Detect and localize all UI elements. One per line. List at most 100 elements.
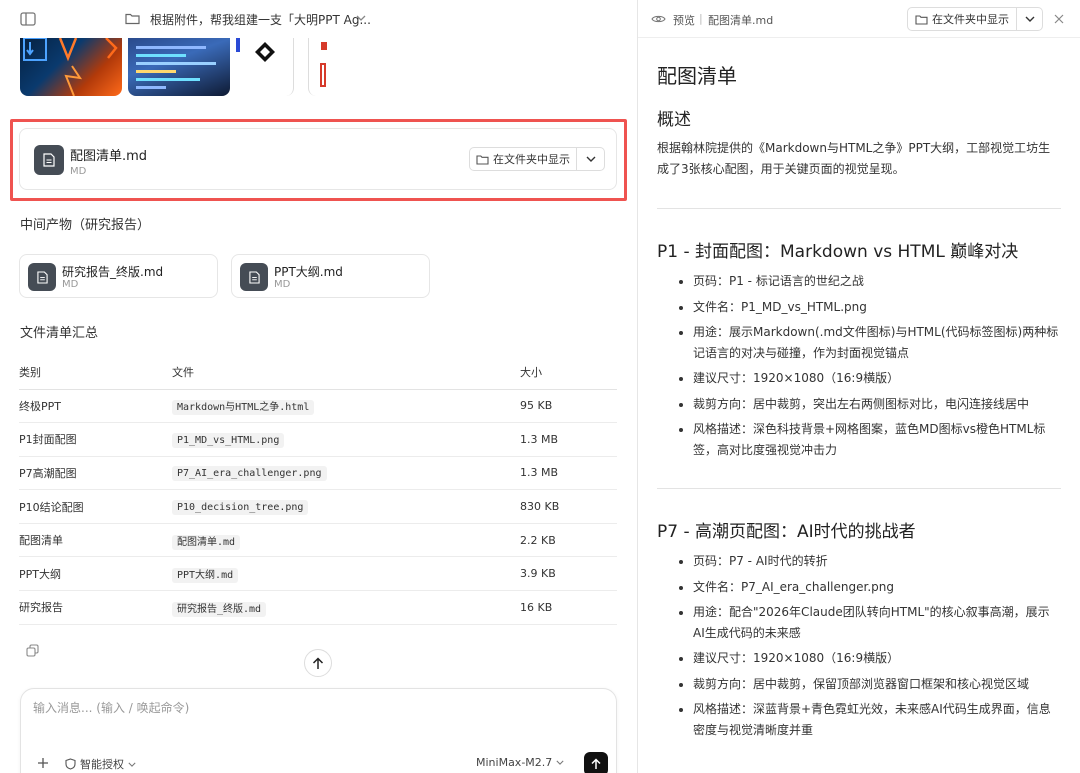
permission-selector[interactable]: 智能授权 (65, 756, 136, 772)
list-item: 建议尺寸：1920×1080（16:9横版） (693, 648, 1061, 669)
list-item: 风格描述：深色科技背景+网格图案，蓝色MD图标vs橙色HTML标签，高对比度强视… (693, 419, 1061, 460)
sidebar-toggle-icon[interactable] (18, 10, 38, 28)
divider (657, 488, 1061, 489)
section-heading: P7 - 高潮页配图：AI时代的挑战者 (657, 522, 916, 542)
plus-icon[interactable] (35, 755, 51, 771)
file-type: MD (274, 279, 291, 290)
chevron-down-icon[interactable] (354, 11, 368, 25)
table-row: 研究报告 研究报告_终版.md 16 KB (19, 590, 617, 625)
list-item: 用途：配合"2026年Claude团队转向HTML"的核心叙事高潮，展示AI生成… (693, 602, 1061, 643)
decision-tree-thumbnail[interactable] (236, 38, 294, 96)
divider (657, 208, 1061, 209)
model-label: MiniMax-M2.7 (476, 756, 553, 769)
cell-category: 研究报告 (19, 590, 172, 625)
cell-file: Markdown与HTML之争.html (172, 400, 315, 416)
list-item: 文件名：P7_AI_era_challenger.png (693, 577, 1061, 598)
file-name: 配图清单.md (70, 149, 148, 164)
permission-label: 智能授权 (80, 758, 124, 771)
cell-size: 1.3 MB (520, 456, 617, 491)
send-button[interactable] (584, 752, 608, 773)
preview-show-in-folder-button[interactable]: 在文件夹中显示 (907, 7, 1017, 31)
show-in-folder-label: 在文件夹中显示 (932, 13, 1009, 26)
cell-file: P10_decision_tree.png (172, 500, 309, 516)
cell-size: 3.9 KB (520, 556, 617, 592)
show-in-folder-label: 在文件夹中显示 (493, 153, 570, 166)
cell-size: 16 KB (520, 590, 617, 625)
section-list: 页码：P7 - AI时代的转折 文件名：P7_AI_era_challenger… (657, 551, 1061, 740)
preview-pane: 预览 | 配图清单.md 在文件夹中显示 配图清单 概述 根据翰林院提供的《Ma… (637, 0, 1080, 773)
preview-file-name: 配图清单.md (708, 14, 774, 27)
column-header-size: 大小 (520, 355, 617, 390)
section-heading: P1 - 封面配图：Markdown vs HTML 巅峰对决 (657, 242, 1019, 262)
document-icon (240, 263, 268, 291)
chevron-down-icon (556, 760, 564, 765)
cover-image-thumbnail[interactable] (20, 38, 122, 96)
folder-icon (476, 154, 489, 165)
preview-header: 预览 | 配图清单.md 在文件夹中显示 (638, 0, 1080, 38)
file-card-main[interactable]: 配图清单.md MD 在文件夹中显示 (19, 128, 617, 190)
chat-topbar: 根据附件，帮我组建一支「大明PPT Ag... (0, 0, 636, 38)
copy-icon[interactable] (24, 642, 40, 658)
folder-icon (915, 14, 928, 25)
list-item: 裁剪方向：居中裁剪，保留顶部浏览器窗口框架和核心视觉区域 (693, 674, 1061, 695)
scroll-to-top-button[interactable] (304, 649, 332, 677)
message-input[interactable] (33, 701, 593, 715)
cell-size: 2.2 KB (520, 523, 617, 558)
table-row: P1封面配图 P1_MD_vs_HTML.png 1.3 MB (19, 422, 617, 457)
cell-file: P1_MD_vs_HTML.png (172, 432, 285, 448)
table-row: P10结论配图 P10_decision_tree.png 830 KB (19, 489, 617, 524)
list-item: 文件名：P1_MD_vs_HTML.png (693, 297, 1061, 318)
show-in-folder-button[interactable]: 在文件夹中显示 (469, 147, 577, 171)
code-image-thumbnail[interactable] (128, 38, 230, 96)
file-type: MD (70, 166, 87, 177)
shield-icon (65, 758, 76, 770)
list-item: 裁剪方向：居中裁剪，突出左右两侧图标对比，电闪连接线居中 (693, 394, 1061, 415)
file-card-outline[interactable]: PPT大纲.md MD (231, 254, 430, 298)
list-item: 风格描述：深蓝背景+青色霓虹光效，未来感AI代码生成界面，信息密度与视觉清晰度并… (693, 699, 1061, 740)
table-row: PPT大纲 PPT大纲.md 3.9 KB (19, 556, 617, 592)
summary-title: 文件清单汇总 (20, 326, 99, 341)
list-item: 用途：展示Markdown(.md文件图标)与HTML(代码标签图标)两种标记语… (693, 322, 1061, 363)
arrow-up-icon (312, 656, 324, 669)
column-header-category: 类别 (19, 355, 172, 390)
doc-title: 配图清单 (657, 64, 737, 88)
cell-size: 830 KB (520, 489, 617, 524)
table-row: 配图清单 配图清单.md 2.2 KB (19, 523, 617, 558)
cell-file: 研究报告_终版.md (172, 601, 267, 617)
cell-category: P1封面配图 (19, 422, 172, 457)
file-type: MD (62, 279, 79, 290)
table-row: 终极PPT Markdown与HTML之争.html 95 KB (19, 389, 617, 424)
cell-size: 1.3 MB (520, 422, 617, 457)
markdown-preview: 配图清单 概述 根据翰林院提供的《Markdown与HTML之争》PPT大纲，工… (657, 38, 1061, 745)
message-composer: 智能授权 MiniMax-M2.7 (20, 688, 617, 773)
list-item: 页码：P7 - AI时代的转折 (693, 551, 1061, 572)
doc-overview-heading: 概述 (657, 110, 691, 130)
doc-overview-text: 根据翰林院提供的《Markdown与HTML之争》PPT大纲，工部视觉工坊生成了… (657, 141, 1051, 176)
cell-file: P7_AI_era_challenger.png (172, 466, 327, 482)
list-item: 建议尺寸：1920×1080（16:9横版） (693, 368, 1061, 389)
partial-image-thumbnail[interactable] (308, 38, 338, 96)
preview-label: 预览 (673, 14, 695, 27)
list-item: 页码：P1 - 标记语言的世纪之战 (693, 271, 1061, 292)
preview-show-in-folder-dropdown[interactable] (1017, 7, 1043, 31)
close-icon[interactable] (1052, 12, 1066, 26)
file-summary-table: 类别 文件 大小 终极PPT Markdown与HTML之争.html 95 K… (19, 355, 617, 625)
cell-size: 95 KB (520, 389, 617, 424)
file-card-research[interactable]: 研究报告_终版.md MD (19, 254, 218, 298)
document-icon (34, 145, 64, 175)
show-in-folder-dropdown[interactable] (577, 147, 605, 171)
header-separator: | (699, 12, 703, 25)
chevron-down-icon (1025, 16, 1034, 22)
chevron-down-icon (128, 762, 136, 767)
eye-icon (650, 12, 666, 26)
cell-category: 终极PPT (19, 389, 172, 424)
cell-file: 配图清单.md (172, 534, 241, 550)
arrow-up-icon (591, 758, 601, 769)
cell-category: PPT大纲 (19, 556, 172, 592)
document-icon (28, 263, 56, 291)
file-name: 研究报告_终版.md (62, 265, 164, 279)
conversation-title[interactable]: 根据附件，帮我组建一支「大明PPT Ag... (150, 11, 371, 28)
model-selector[interactable]: MiniMax-M2.7 (476, 756, 564, 769)
file-name: PPT大纲.md (274, 265, 343, 279)
cell-category: P10结论配图 (19, 489, 172, 524)
